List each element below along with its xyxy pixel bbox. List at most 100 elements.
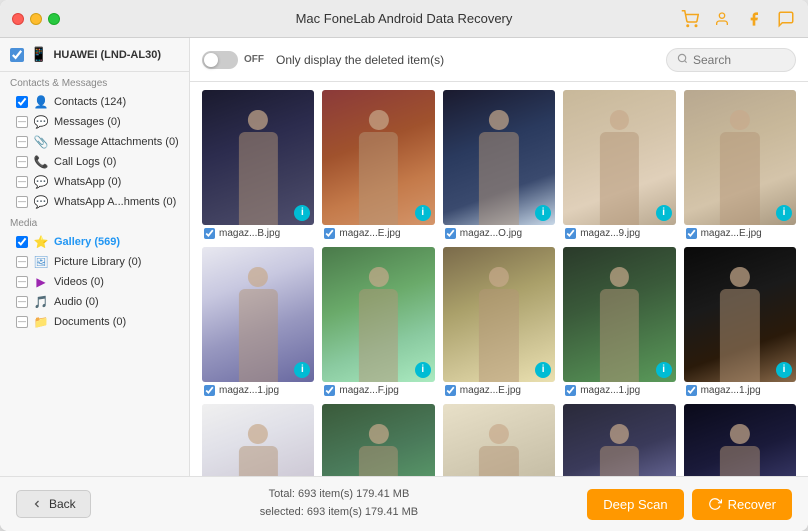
- sidebar-item-picture-lib[interactable]: 🖼 Picture Library (0): [0, 252, 189, 272]
- info-badge[interactable]: i: [415, 205, 431, 221]
- toggle-switch[interactable]: OFF: [202, 51, 264, 69]
- grid-item[interactable]: i magaz...B.jpg: [202, 90, 314, 239]
- toggle-label: OFF: [244, 54, 264, 65]
- sidebar-item-contacts[interactable]: 👤 Contacts (124): [0, 92, 189, 112]
- grid-item-label: magaz...F.jpg: [322, 385, 434, 396]
- sidebar-item-call-logs[interactable]: 📞 Call Logs (0): [0, 152, 189, 172]
- minimize-button[interactable]: [30, 13, 42, 25]
- photo-grid: i magaz...B.jpg i magaz...E.jpg: [202, 90, 796, 476]
- grid-filename: magaz...O.jpg: [460, 228, 522, 239]
- device-checkbox[interactable]: [10, 48, 24, 62]
- app-window: Mac FoneLab Android Data Recovery: [0, 0, 808, 531]
- photo-thumb: i: [684, 247, 796, 382]
- grid-item[interactable]: i magaz...1.jpg: [563, 247, 675, 396]
- info-badge[interactable]: i: [535, 205, 551, 221]
- sidebar-item-audio[interactable]: 🎵 Audio (0): [0, 292, 189, 312]
- device-name: HUAWEI (LND-AL30): [53, 49, 161, 61]
- sidebar-item-documents[interactable]: 📁 Documents (0): [0, 312, 189, 332]
- search-input[interactable]: [693, 53, 785, 67]
- grid-filename: magaz...1.jpg: [580, 385, 640, 396]
- grid-item[interactable]: i magaz...3.jpg: [563, 404, 675, 476]
- toggle-track[interactable]: [202, 51, 238, 69]
- grid-item[interactable]: i magaz...8.jpg: [443, 404, 555, 476]
- device-header[interactable]: 📱 HUAWEI (LND-AL30): [0, 38, 189, 72]
- facebook-icon[interactable]: [744, 9, 764, 29]
- call-logs-checkbox[interactable]: [16, 156, 28, 168]
- photo-thumb: i: [563, 90, 675, 225]
- contacts-checkbox[interactable]: [16, 96, 28, 108]
- videos-checkbox[interactable]: [16, 276, 28, 288]
- grid-item[interactable]: i magaz...9.jpg: [563, 90, 675, 239]
- grid-item[interactable]: i magaz...E.jpg: [322, 90, 434, 239]
- grid-filename: magaz...1.jpg: [219, 385, 279, 396]
- photo-thumb: i: [684, 90, 796, 225]
- grid-item-checkbox[interactable]: [324, 228, 335, 239]
- grid-item[interactable]: i magaz...3.jpg: [322, 404, 434, 476]
- sidebar-item-msg-attach[interactable]: 📎 Message Attachments (0): [0, 132, 189, 152]
- picture-lib-checkbox[interactable]: [16, 256, 28, 268]
- sidebar-item-videos[interactable]: ▶ Videos (0): [0, 272, 189, 292]
- grid-item[interactable]: i magaz...1.jpg: [684, 247, 796, 396]
- info-badge[interactable]: i: [656, 205, 672, 221]
- photo-thumb: i: [443, 404, 555, 476]
- sidebar-item-whatsapp-attach[interactable]: 💬 WhatsApp A...hments (0): [0, 192, 189, 212]
- main-content: 📱 HUAWEI (LND-AL30) Contacts & Messages …: [0, 38, 808, 476]
- recover-button[interactable]: Recover: [692, 489, 792, 520]
- info-badge[interactable]: i: [776, 362, 792, 378]
- photo-thumb: i: [563, 247, 675, 382]
- whatsapp-checkbox[interactable]: [16, 176, 28, 188]
- sidebar-item-gallery[interactable]: ⭐ Gallery (569): [0, 232, 189, 252]
- grid-item-checkbox[interactable]: [445, 228, 456, 239]
- grid-item[interactable]: i magaz...E.jpg: [684, 404, 796, 476]
- grid-filename: magaz...9.jpg: [580, 228, 640, 239]
- grid-item-label: magaz...O.jpg: [443, 228, 555, 239]
- total-line2: selected: 693 item(s) 179.41 MB: [91, 504, 588, 522]
- grid-item[interactable]: i magaz...E.jpg: [443, 247, 555, 396]
- close-button[interactable]: [12, 13, 24, 25]
- photo-thumb: i: [202, 90, 314, 225]
- grid-item-checkbox[interactable]: [204, 228, 215, 239]
- documents-checkbox[interactable]: [16, 316, 28, 328]
- whatsapp-attach-checkbox[interactable]: [16, 196, 28, 208]
- gallery-label: Gallery (569): [54, 236, 120, 248]
- display-text: Only display the deleted item(s): [276, 53, 444, 67]
- photo-thumb: i: [202, 404, 314, 476]
- grid-item-checkbox[interactable]: [204, 385, 215, 396]
- sidebar-item-messages[interactable]: 💬 Messages (0): [0, 112, 189, 132]
- grid-item-checkbox[interactable]: [324, 385, 335, 396]
- titlebar: Mac FoneLab Android Data Recovery: [0, 0, 808, 38]
- info-badge[interactable]: i: [656, 362, 672, 378]
- info-badge[interactable]: i: [415, 362, 431, 378]
- grid-filename: magaz...F.jpg: [339, 385, 398, 396]
- chat-icon[interactable]: [776, 9, 796, 29]
- audio-icon: 🎵: [34, 295, 48, 309]
- grid-item-checkbox[interactable]: [445, 385, 456, 396]
- grid-item-checkbox[interactable]: [686, 385, 697, 396]
- search-box[interactable]: [666, 48, 796, 72]
- photo-thumb: i: [322, 90, 434, 225]
- msg-attach-checkbox[interactable]: [16, 136, 28, 148]
- grid-item-checkbox[interactable]: [565, 385, 576, 396]
- info-badge[interactable]: i: [776, 205, 792, 221]
- back-button[interactable]: Back: [16, 490, 91, 518]
- person-icon[interactable]: [712, 9, 732, 29]
- audio-checkbox[interactable]: [16, 296, 28, 308]
- cart-icon[interactable]: [680, 9, 700, 29]
- bottom-stats: Total: 693 item(s) 179.41 MB selected: 6…: [91, 486, 588, 521]
- grid-item-checkbox[interactable]: [686, 228, 697, 239]
- info-badge[interactable]: i: [535, 362, 551, 378]
- grid-item[interactable]: i magaz...E.jpg: [202, 404, 314, 476]
- messages-checkbox[interactable]: [16, 116, 28, 128]
- grid-item[interactable]: i magaz...1.jpg: [202, 247, 314, 396]
- grid-item[interactable]: i magaz...O.jpg: [443, 90, 555, 239]
- maximize-button[interactable]: [48, 13, 60, 25]
- grid-item[interactable]: i magaz...F.jpg: [322, 247, 434, 396]
- sidebar-item-whatsapp[interactable]: 💬 WhatsApp (0): [0, 172, 189, 192]
- titlebar-actions: [680, 9, 796, 29]
- gallery-checkbox[interactable]: [16, 236, 28, 248]
- whatsapp-label: WhatsApp (0): [54, 176, 121, 188]
- deep-scan-button[interactable]: Deep Scan: [587, 489, 683, 520]
- grid-item-checkbox[interactable]: [565, 228, 576, 239]
- documents-label: Documents (0): [54, 316, 126, 328]
- grid-item[interactable]: i magaz...E.jpg: [684, 90, 796, 239]
